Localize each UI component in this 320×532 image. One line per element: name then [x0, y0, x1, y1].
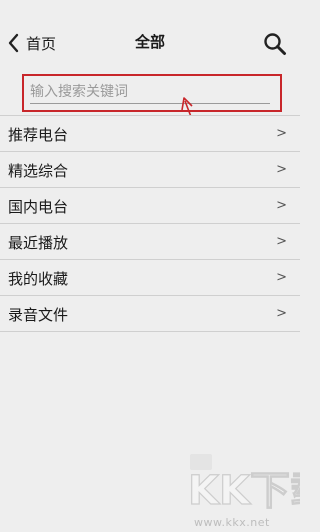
chevron-right-icon: >	[276, 126, 287, 141]
list-item-label: 录音文件	[8, 306, 69, 324]
list-item-label: 国内电台	[8, 198, 69, 216]
list-item-recordings[interactable]: 录音文件 >	[0, 296, 300, 332]
list-item-featured[interactable]: 精选综合 >	[0, 152, 300, 188]
svg-text:KK下载: KK下载	[188, 468, 300, 514]
chevron-right-icon: >	[276, 306, 287, 321]
list-item-domestic[interactable]: 国内电台 >	[0, 188, 300, 224]
watermark-logo: KK下载	[187, 454, 300, 514]
chevron-right-icon: >	[276, 162, 287, 177]
chevron-right-icon: >	[276, 234, 287, 249]
chevron-left-icon	[8, 33, 19, 53]
watermark-url: www.kkx.net	[194, 516, 270, 529]
list-item-label: 我的收藏	[8, 270, 69, 288]
list-item-recent[interactable]: 最近播放 >	[0, 224, 300, 260]
list-item-favorites[interactable]: 我的收藏 >	[0, 260, 300, 296]
top-bar: 首页 全部	[0, 0, 300, 82]
back-label: 首页	[26, 34, 57, 53]
list-item-label: 最近播放	[8, 234, 69, 252]
list-item-label: 精选综合	[8, 162, 69, 180]
chevron-right-icon: >	[276, 198, 287, 213]
list-item-recommended[interactable]: 推荐电台 >	[0, 116, 300, 152]
search-icon[interactable]	[262, 31, 288, 57]
list-item-label: 推荐电台	[8, 126, 69, 144]
category-list: 推荐电台 > 精选综合 > 国内电台 > 最近播放 > 我的收藏 > 录音文件 …	[0, 115, 300, 332]
back-button[interactable]: 首页	[6, 30, 56, 56]
search-input[interactable]	[30, 80, 270, 104]
chevron-right-icon: >	[276, 270, 287, 285]
